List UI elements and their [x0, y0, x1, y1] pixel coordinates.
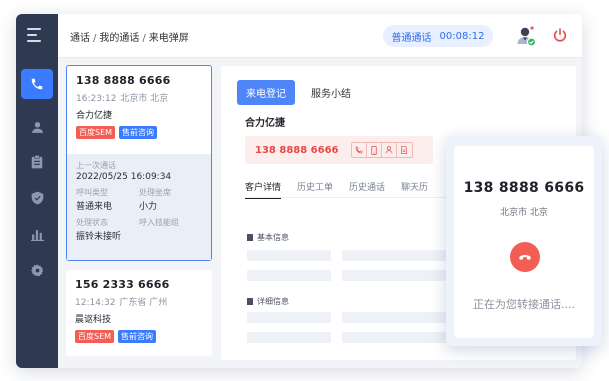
incoming-location: 北京市 北京	[500, 208, 548, 218]
avatar[interactable]	[515, 25, 537, 47]
call-list-item-active[interactable]: 138 8888 6666 16:23:12 北京市 北京 合力亿捷 百度SEM …	[66, 65, 212, 261]
menu-icon[interactable]	[27, 28, 47, 44]
breadcrumb-item[interactable]: 通话	[70, 33, 90, 44]
skill-group-label: 呼入技能组	[139, 218, 179, 227]
section-basic-info: 基本信息	[247, 232, 289, 243]
section-detail-info: 详细信息	[247, 296, 289, 307]
call-status-label: 普通通话	[391, 32, 432, 44]
tag-category: 售前咨询	[119, 126, 158, 139]
call-type-label: 呼叫类型	[76, 188, 108, 197]
call-timer: 00:08:12	[439, 30, 485, 42]
call-button[interactable]	[352, 143, 367, 157]
sms-button[interactable]	[367, 143, 382, 157]
tag-source: 百度SEM	[75, 330, 115, 343]
sidebar-item-tickets[interactable]	[21, 147, 53, 177]
hangup-button[interactable]	[510, 242, 540, 272]
mobile-icon	[370, 145, 377, 155]
call-time: 16:23:12	[76, 94, 117, 104]
incoming-call-popup: 138 8888 6666 北京市 北京 正在为您转接通话....	[454, 146, 594, 338]
customer-button[interactable]	[382, 143, 397, 157]
status-label: 处理状态	[76, 218, 108, 227]
field-placeholder	[247, 270, 331, 281]
call-location: 北京市 北京	[120, 94, 169, 104]
phone-icon	[355, 146, 362, 154]
tag-group: 百度SEM 售前咨询	[76, 126, 202, 139]
tab-call-register[interactable]: 来电登记	[237, 80, 295, 105]
sidebar	[16, 14, 58, 368]
customer-company: 合力亿捷	[245, 118, 285, 129]
flag-icon	[247, 298, 253, 305]
caller-company: 合力亿捷	[76, 111, 113, 121]
agent-label: 处理坐席	[139, 188, 171, 197]
field-placeholder	[247, 250, 331, 261]
call-detail: 上一次通话 2022/05/25 16:09:34 呼叫类型 普通来电 处理坐席…	[67, 154, 211, 260]
call-location: 广东省 广州	[119, 298, 168, 308]
call-list: 138 8888 6666 16:23:12 北京市 北京 合力亿捷 百度SEM …	[58, 58, 220, 368]
caller-phone: 156 2333 6666	[75, 278, 170, 291]
caller-number: 138 8888 6666	[255, 144, 339, 156]
call-list-item[interactable]: 156 2333 6666 12:14:32 广东省 广州 晨讴科技 百度SEM …	[66, 270, 212, 356]
status-value: 振铃未接听	[76, 232, 122, 242]
call-time: 12:14:32	[75, 298, 116, 308]
caller-company: 晨讴科技	[75, 315, 112, 325]
sidebar-item-settings[interactable]	[21, 255, 53, 285]
user-icon	[31, 121, 43, 133]
flag-icon	[247, 234, 253, 241]
gear-icon	[30, 264, 43, 276]
tag-group: 百度SEM 售前咨询	[75, 330, 203, 343]
top-header: 通话 / 我的通话 / 来电弹屏 普通通话 00:08:12	[58, 14, 582, 58]
sidebar-item-contacts[interactable]	[21, 112, 53, 142]
last-call-label: 上一次通话	[76, 161, 116, 170]
tag-source: 百度SEM	[76, 126, 116, 139]
breadcrumb-item: 来电弹屏	[148, 33, 189, 44]
last-call-time: 2022/05/25 16:09:34	[76, 172, 172, 182]
field-placeholder	[247, 312, 331, 323]
call-type-value: 普通来电	[76, 202, 113, 212]
sidebar-item-reports[interactable]	[21, 219, 53, 249]
section-detail-info-label: 详细信息	[257, 297, 289, 306]
power-icon	[553, 28, 567, 42]
agent-value: 小力	[139, 202, 158, 212]
logout-button[interactable]	[552, 27, 568, 43]
tag-category: 售前咨询	[118, 330, 157, 343]
bar-chart-icon	[30, 229, 44, 241]
call-meta: 16:23:12 北京市 北京	[76, 91, 202, 104]
phone-icon	[31, 78, 43, 90]
field-placeholder	[247, 332, 331, 343]
document-icon	[401, 146, 408, 154]
clipboard-icon	[31, 155, 43, 169]
main-tabs: 来电登记 服务小结	[237, 80, 351, 105]
breadcrumb: 通话 / 我的通话 / 来电弹屏	[70, 33, 189, 44]
section-basic-info-label: 基本信息	[257, 233, 289, 242]
call-meta: 12:14:32 广东省 广州	[75, 295, 203, 308]
caller-phone: 138 8888 6666	[76, 74, 171, 87]
caller-bar: 138 8888 6666	[245, 136, 433, 164]
incoming-number: 138 8888 6666	[463, 180, 585, 196]
transfer-status: 正在为您转接通话....	[473, 298, 575, 311]
hangup-icon	[519, 255, 531, 260]
sidebar-item-security[interactable]	[21, 183, 53, 213]
user-icon	[385, 146, 392, 154]
caller-actions	[350, 142, 413, 158]
agent-avatar-icon	[517, 26, 537, 47]
call-status-pill: 普通通话 00:08:12	[383, 25, 493, 47]
shield-icon	[31, 191, 43, 205]
tab-service-summary[interactable]: 服务小结	[311, 85, 351, 100]
sidebar-item-calls[interactable]	[21, 69, 53, 99]
breadcrumb-item[interactable]: 我的通话	[99, 33, 139, 44]
ticket-button[interactable]	[397, 143, 412, 157]
